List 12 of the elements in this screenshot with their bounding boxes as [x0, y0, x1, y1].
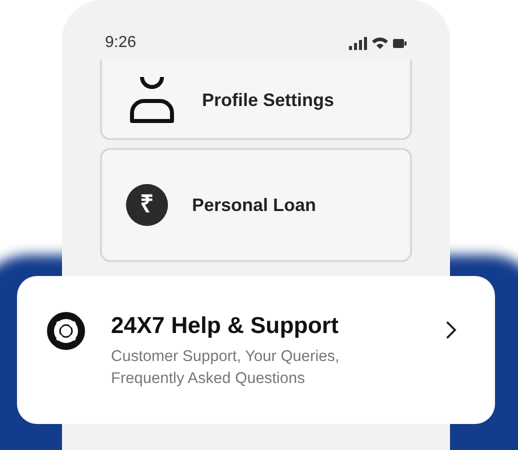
help-card[interactable]: 24X7 Help & Support Customer Support, Your Queries, Frequently Asked Questions [17, 276, 495, 424]
status-icons [349, 36, 407, 50]
menu-label: Profile Settings [202, 88, 334, 112]
chevron-right-icon [445, 320, 457, 340]
status-time: 9:26 [105, 33, 136, 53]
menu-card[interactable]: Profile Settings [100, 60, 412, 140]
menu-card[interactable]: ₹ Personal Loan [100, 148, 412, 262]
lifebuoy-icon [47, 312, 85, 350]
help-title: 24X7 Help & Support [111, 311, 340, 340]
help-subtitle: Customer Support, Your Queries, Frequently Asked Questions [111, 347, 340, 389]
rupee-icon: ₹ [126, 184, 168, 226]
menu-label: Personal Loan [192, 194, 316, 216]
